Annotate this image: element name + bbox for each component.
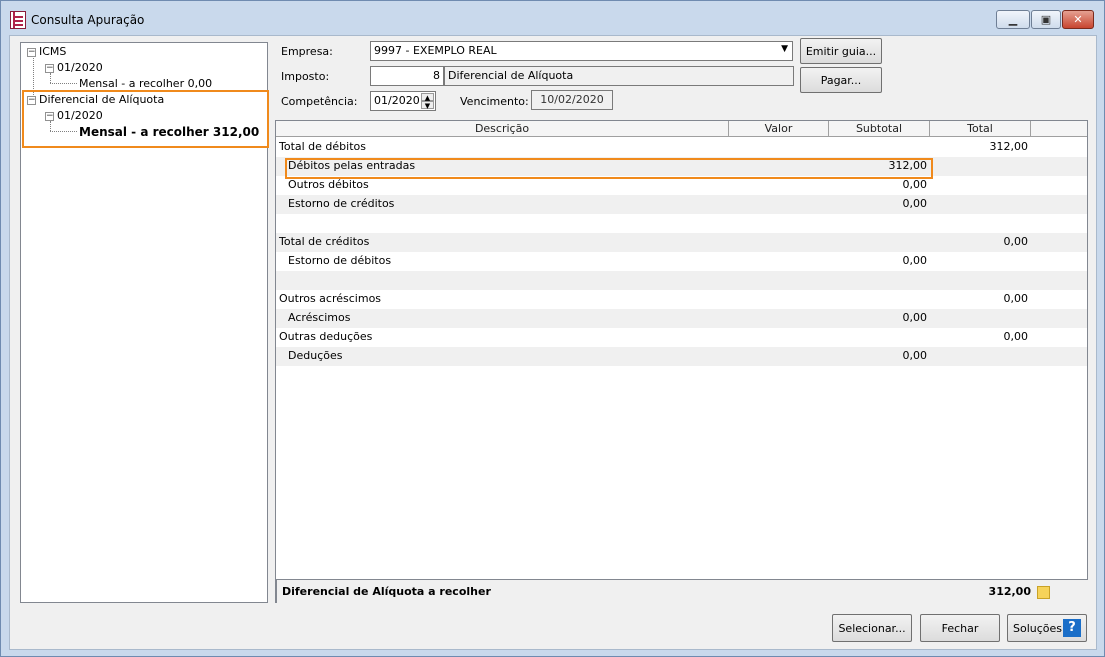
table-row[interactable]: Estorno de débitos 0,00 [276, 252, 1087, 271]
spin-down-icon[interactable]: ▼ [421, 101, 434, 110]
maximize-button[interactable]: ▣ [1031, 10, 1061, 29]
solucoes-button[interactable]: Soluções ? [1007, 614, 1087, 642]
cell-total: 0,00 [1003, 330, 1029, 343]
tree-node-icms-period[interactable]: −01/2020 [45, 61, 103, 74]
pagar-button[interactable]: Pagar... [800, 67, 882, 93]
collapse-icon[interactable]: − [45, 64, 54, 73]
empresa-label: Empresa: [281, 45, 333, 58]
emitir-guia-button[interactable]: Emitir guia... [800, 38, 882, 64]
tree-node-label: 01/2020 [57, 61, 103, 74]
cell-subtotal: 0,00 [902, 254, 928, 267]
table-row[interactable]: Outras deduções 0,00 [276, 328, 1087, 347]
minimize-icon: ▁ [1008, 13, 1018, 26]
table-row[interactable]: Estorno de créditos 0,00 [276, 195, 1087, 214]
grid-footer: Diferencial de Alíquota a recolher 312,0… [275, 579, 1088, 603]
close-button[interactable]: ✕ [1062, 10, 1094, 29]
col-header-valor[interactable]: Valor [729, 121, 829, 137]
table-row[interactable] [276, 214, 1087, 233]
cell-descricao: Total de débitos [279, 140, 366, 153]
difal-highlight-box [22, 90, 269, 148]
imposto-code-field[interactable]: 8 [370, 66, 444, 86]
cell-descricao: Total de créditos [279, 235, 370, 248]
cell-total: 0,00 [1003, 292, 1029, 305]
spin-up-icon[interactable]: ▲ [421, 93, 434, 102]
table-row[interactable]: Deduções 0,00 [276, 347, 1087, 366]
document-icon [10, 11, 26, 29]
vencimento-field: 10/02/2020 [531, 90, 613, 110]
table-row[interactable]: Total de créditos 0,00 [276, 233, 1087, 252]
consulta-apuracao-window: Consulta Apuração ▁ ▣ ✕ − ICMS −01/2020 M… [0, 0, 1105, 657]
tree-node-icms[interactable]: − ICMS [27, 45, 66, 58]
competencia-field[interactable]: 01/2020 ▲ ▼ [370, 91, 436, 111]
cell-descricao: Outras deduções [279, 330, 373, 343]
imposto-label: Imposto: [281, 70, 330, 83]
apuracao-tree[interactable]: − ICMS −01/2020 Mensal - a recolher 0,00 … [20, 42, 269, 603]
cell-subtotal: 0,00 [902, 178, 928, 191]
tree-node-label: ICMS [39, 45, 67, 58]
table-row[interactable] [276, 271, 1087, 290]
imposto-name-field: Diferencial de Alíquota [444, 66, 794, 86]
col-header-subtotal[interactable]: Subtotal [829, 121, 930, 137]
cell-total: 0,00 [1003, 235, 1029, 248]
window-title: Consulta Apuração [31, 13, 145, 27]
tree-node-label: Mensal - a recolher 0,00 [79, 77, 213, 90]
table-row[interactable]: Acréscimos 0,00 [276, 309, 1087, 328]
footer-total: 312,00 [988, 585, 1031, 598]
cell-subtotal: 0,00 [902, 349, 928, 362]
cell-descricao: Outros débitos [288, 178, 369, 191]
cell-descricao: Deduções [288, 349, 343, 362]
client-area: − ICMS −01/2020 Mensal - a recolher 0,00 … [9, 35, 1097, 650]
calculator-icon[interactable] [1037, 586, 1050, 599]
cell-descricao: Outros acréscimos [279, 292, 382, 305]
col-header-descricao[interactable]: Descrição [276, 121, 729, 137]
maximize-icon: ▣ [1040, 13, 1052, 26]
title-bar: Consulta Apuração ▁ ▣ ✕ [1, 1, 1104, 35]
close-icon: ✕ [1073, 13, 1083, 26]
table-row[interactable]: Total de débitos 312,00 [276, 138, 1087, 157]
apuracao-grid[interactable]: Descrição Valor Subtotal Total Total de … [275, 120, 1088, 603]
collapse-icon[interactable]: − [27, 48, 36, 57]
cell-total: 312,00 [989, 140, 1029, 153]
competencia-label: Competência: [281, 95, 358, 108]
table-row[interactable]: Outros acréscimos 0,00 [276, 290, 1087, 309]
selecionar-button[interactable]: Selecionar... [832, 614, 912, 642]
competencia-value: 01/2020 [374, 94, 420, 107]
cell-descricao: Estorno de créditos [288, 197, 395, 210]
debitos-highlight-box [285, 158, 933, 179]
col-header-total[interactable]: Total [930, 121, 1031, 137]
footer-label: Diferencial de Alíquota a recolher [282, 585, 491, 598]
minimize-button[interactable]: ▁ [996, 10, 1030, 29]
solucoes-label: Soluções [1013, 621, 1063, 635]
cell-descricao: Estorno de débitos [288, 254, 392, 267]
cell-subtotal: 0,00 [902, 311, 928, 324]
tree-node-icms-mensal[interactable]: Mensal - a recolher 0,00 [79, 77, 212, 90]
grid-header: Descrição Valor Subtotal Total [276, 121, 1087, 137]
cell-subtotal: 0,00 [902, 197, 928, 210]
cell-descricao: Acréscimos [288, 311, 351, 324]
help-icon: ? [1063, 619, 1081, 637]
empresa-value: 9997 - EXEMPLO REAL [374, 44, 497, 57]
dropdown-arrow-icon[interactable]: ▼ [781, 44, 788, 54]
empresa-select[interactable]: 9997 - EXEMPLO REAL ▼ [370, 41, 793, 61]
fechar-button[interactable]: Fechar [920, 614, 1000, 642]
vencimento-label: Vencimento: [460, 95, 529, 108]
